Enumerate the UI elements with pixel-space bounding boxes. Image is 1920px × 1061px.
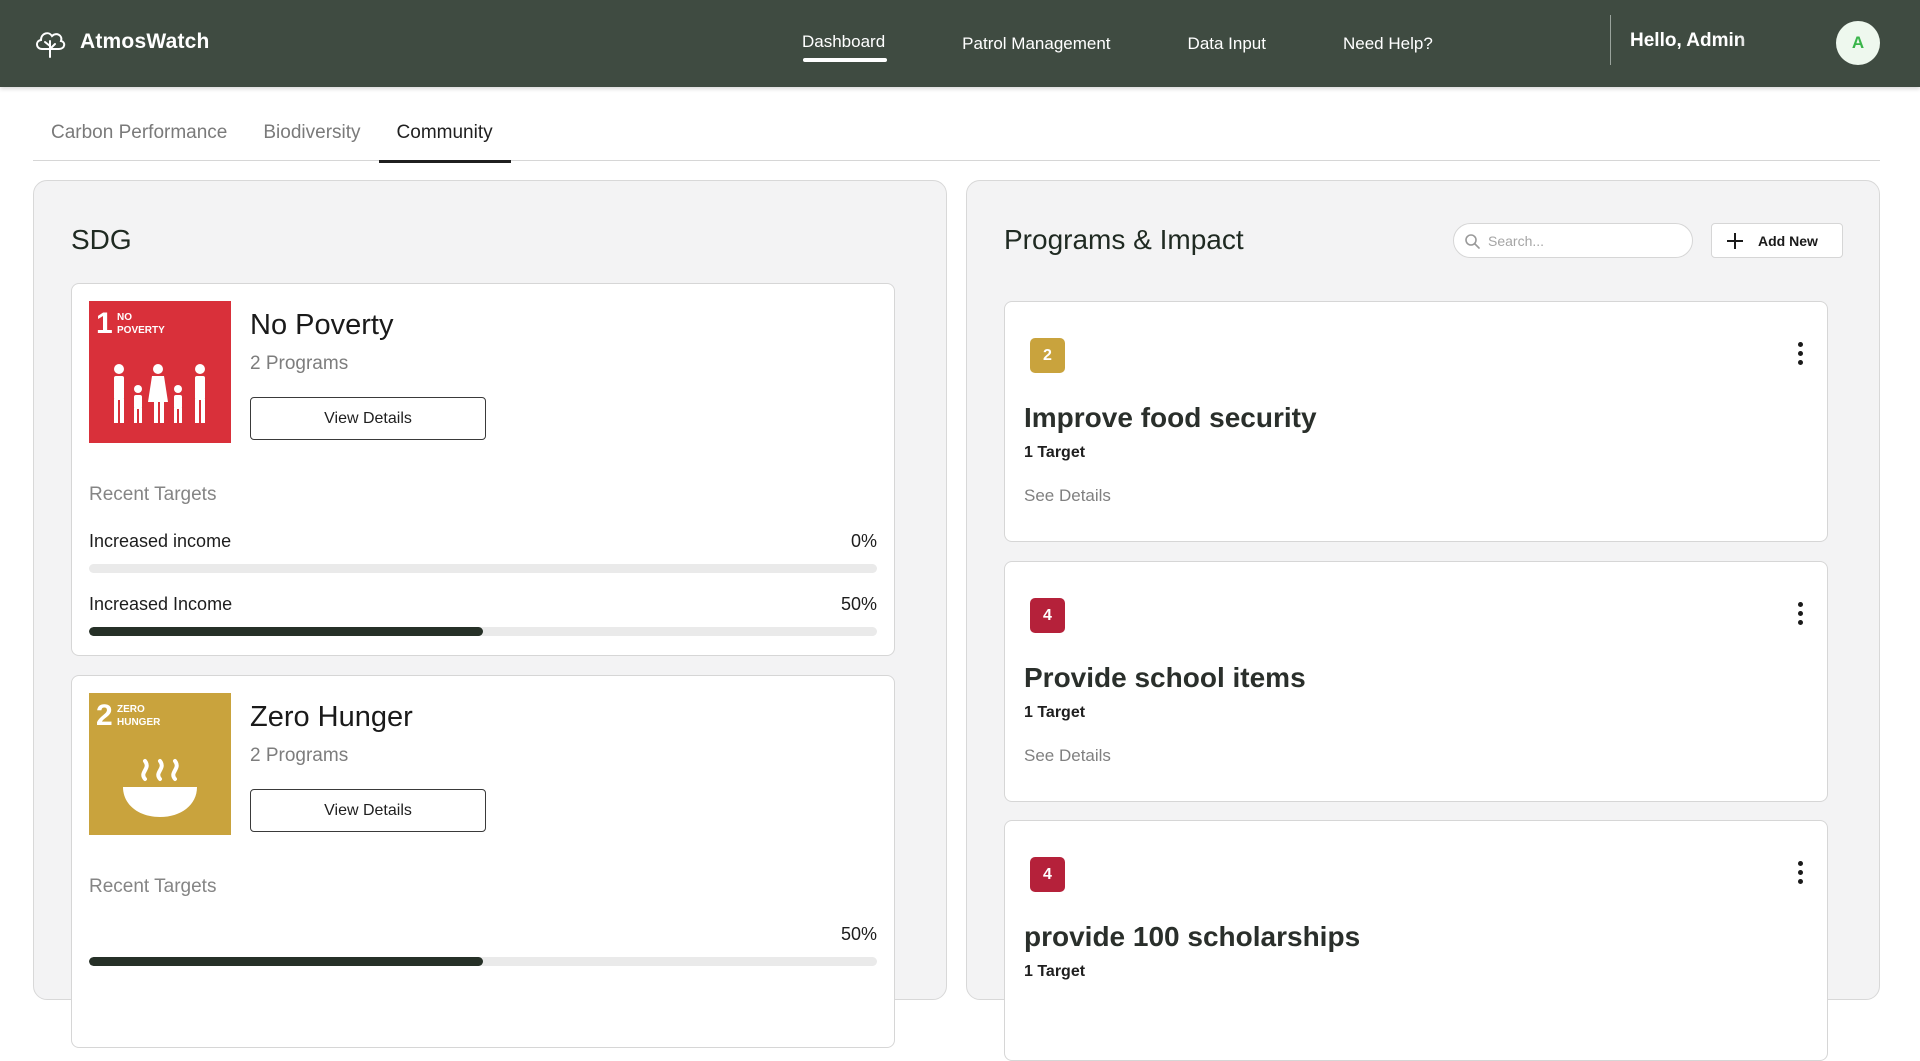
- top-navbar: AtmosWatch Dashboard Patrol Management D…: [0, 0, 1920, 87]
- atmoswatch-logo-icon: [36, 32, 66, 58]
- sdg-tile: 2 ZERO HUNGER: [89, 693, 231, 835]
- sdg-panel-title: SDG: [71, 224, 132, 255]
- more-options-icon[interactable]: [1795, 602, 1805, 628]
- search-input[interactable]: [1488, 232, 1668, 249]
- add-new-button[interactable]: Add New: [1711, 223, 1843, 258]
- target-percent: 50%: [840, 594, 877, 614]
- main-nav: Dashboard Patrol Management Data Input N…: [780, 0, 1488, 87]
- brand-name: AtmosWatch: [80, 30, 210, 53]
- add-new-label: Add New: [1758, 232, 1818, 249]
- sdg-program-count: 2 Programs: [250, 353, 349, 374]
- sdg-name: No Poverty: [250, 309, 394, 341]
- sdg-tile: 1 NO POVERTY: [89, 301, 231, 443]
- sdg-card-no-poverty: 1 NO POVERTY No Poverty 2 Programs View …: [71, 283, 895, 656]
- target-progress-fill: [89, 627, 483, 636]
- target-percent: 0%: [850, 531, 877, 551]
- target-progress-bar: [89, 957, 877, 966]
- see-details-link[interactable]: See Details: [1024, 746, 1111, 766]
- target-progress-bar: [89, 564, 877, 573]
- dashboard-tabs: Carbon Performance Biodiversity Communit…: [33, 112, 1880, 163]
- sdg-panel: SDG 1 NO POVERTY No Poverty 2 Programs V…: [33, 180, 947, 1048]
- sdg-tile-number: 1: [96, 307, 113, 340]
- program-card[interactable]: 2 Improve food security 1 Target See Det…: [1004, 301, 1828, 542]
- program-target-count: 1 Target: [1024, 704, 1086, 721]
- nav-patrol-management[interactable]: Patrol Management: [940, 0, 1132, 87]
- view-details-button[interactable]: View Details: [250, 789, 486, 832]
- program-title: Provide school items: [1024, 662, 1306, 693]
- nav-divider: [1610, 15, 1611, 65]
- sdg-badge: 4: [1030, 857, 1065, 892]
- more-options-icon[interactable]: [1795, 342, 1805, 368]
- tab-biodiversity[interactable]: Biodiversity: [245, 112, 378, 161]
- more-options-icon[interactable]: [1795, 861, 1805, 887]
- tab-carbon-performance[interactable]: Carbon Performance: [33, 112, 245, 161]
- nav-dashboard[interactable]: Dashboard: [780, 0, 907, 85]
- avatar[interactable]: A: [1836, 21, 1880, 65]
- program-title: provide 100 scholarships: [1024, 921, 1361, 952]
- program-title: Improve food security: [1024, 402, 1317, 433]
- target-name: Increased Income: [89, 594, 233, 614]
- plus-icon: [1727, 232, 1743, 249]
- sdg-card-zero-hunger: 2 ZERO HUNGER Zero Hunger 2 Programs Vie…: [71, 675, 895, 1048]
- target-name: Increased income: [89, 531, 232, 551]
- program-target-count: 1 Target: [1024, 444, 1086, 461]
- sdg-badge: 2: [1030, 338, 1065, 373]
- programs-panel-title: Programs & Impact: [1004, 224, 1244, 255]
- target-row: Increased Income 50%: [89, 594, 877, 636]
- sdg-program-count: 2 Programs: [250, 745, 349, 766]
- sdg-tile-label: NO POVERTY: [117, 312, 165, 336]
- target-progress-fill: [89, 957, 483, 966]
- target-progress-bar: [89, 627, 877, 636]
- program-card[interactable]: 4 Provide school items 1 Target See Deta…: [1004, 561, 1828, 802]
- target-percent: 50%: [840, 924, 877, 944]
- program-search[interactable]: [1453, 223, 1693, 258]
- nav-need-help[interactable]: Need Help?: [1321, 0, 1455, 87]
- sdg-name: Zero Hunger: [250, 701, 413, 733]
- sdg-tile-label: ZERO HUNGER: [117, 704, 161, 728]
- programs-panel: Programs & Impact Add New 2 Improve food…: [966, 180, 1880, 1061]
- family-icon: [114, 364, 205, 423]
- brand[interactable]: AtmosWatch: [32, 24, 210, 60]
- see-details-link[interactable]: See Details: [1024, 486, 1111, 506]
- view-details-button[interactable]: View Details: [250, 397, 486, 440]
- food-bowl-icon: [123, 759, 197, 817]
- program-target-count: 1 Target: [1024, 963, 1086, 980]
- sdg-badge: 4: [1030, 598, 1065, 633]
- nav-data-input[interactable]: Data Input: [1166, 0, 1288, 87]
- user-greeting[interactable]: Hello, Admin: [1630, 30, 1766, 52]
- search-icon: [1465, 233, 1480, 249]
- sdg-tile-number: 2: [96, 699, 113, 732]
- recent-targets-title: Recent Targets: [89, 484, 217, 505]
- recent-targets-title: Recent Targets: [89, 876, 217, 897]
- target-row: Increased income 0%: [89, 531, 877, 573]
- program-card[interactable]: 4 provide 100 scholarships 1 Target: [1004, 820, 1828, 1061]
- tab-community[interactable]: Community: [378, 112, 511, 163]
